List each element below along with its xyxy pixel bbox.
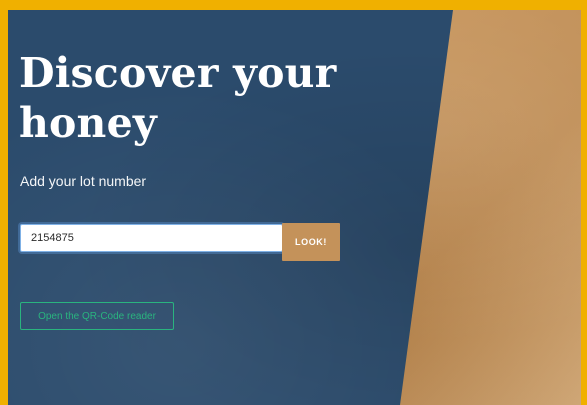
lot-number-prompt: Add your lot number: [20, 173, 147, 189]
page-viewport: Discover your honey Add your lot number …: [8, 10, 581, 405]
hero-title: Discover your honey: [19, 49, 337, 147]
lot-number-input[interactable]: [20, 224, 283, 252]
open-qr-reader-button[interactable]: Open the QR-Code reader: [20, 302, 174, 330]
look-button[interactable]: LOOK!: [282, 223, 340, 261]
